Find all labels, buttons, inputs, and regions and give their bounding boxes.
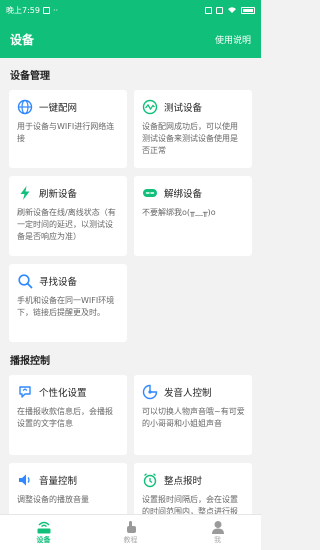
speaker-voice-icon xyxy=(142,384,158,400)
card-test-device[interactable]: 测试设备 设备配网成功后，可以使用测试设备来测试设备使用是否正常 xyxy=(134,90,252,168)
card-title: 整点报时 xyxy=(164,476,203,487)
card-unbind-device[interactable]: 解绑设备 不要解绑我o(╥﹏╥)o xyxy=(134,176,252,256)
wifi-status-icon xyxy=(228,7,236,13)
card-desc: 设备配网成功后，可以使用测试设备来测试设备使用是否正常 xyxy=(142,122,238,155)
globe-icon xyxy=(17,99,33,115)
card-desc: 调整设备的播放音量 xyxy=(17,495,89,504)
sim-status-icon xyxy=(216,6,223,14)
card-desc: 不要解绑我o(╥﹏╥)o xyxy=(142,208,216,217)
user-icon xyxy=(211,521,224,534)
nav-tab-tutorial[interactable]: 教程 xyxy=(87,515,174,550)
status-bar: 晚上7:59 ·· xyxy=(0,0,261,20)
help-link[interactable]: 使用说明 xyxy=(215,33,251,46)
bolt-refresh-icon xyxy=(20,186,30,200)
tutorial-hand-icon xyxy=(126,521,136,533)
section-title-device-management: 设备管理 xyxy=(10,71,50,82)
nav-label: 我 xyxy=(214,536,221,544)
search-icon xyxy=(18,274,33,289)
card-desc: 手机和设备在同一WIFI环境下，链接后提醒更及时。 xyxy=(17,296,115,317)
page-title: 设备 xyxy=(10,32,35,47)
card-network-setup[interactable]: 一键配网 用于设备与WIFI进行网络连接 xyxy=(9,90,127,168)
card-title: 发音人控制 xyxy=(164,388,212,399)
status-dots: ·· xyxy=(52,5,59,15)
card-title: 刷新设备 xyxy=(39,189,78,200)
status-time: 晚上7:59 xyxy=(6,5,40,15)
card-personalize[interactable]: 个性化设置 在播报收款信息后，会播报设置的文字信息 xyxy=(9,375,127,455)
card-refresh-device[interactable]: 刷新设备 刷新设备在线/离线状态（有一定时间的延迟，以测试设备是否响应为准） xyxy=(9,176,127,256)
card-voice-control[interactable]: 发音人控制 可以切换人物声音哦~有可爱的小哥哥和小姐姐声音 xyxy=(134,375,252,455)
bottom-nav: 设备 教程 我 xyxy=(0,514,261,550)
card-title: 个性化设置 xyxy=(39,388,87,399)
nav-tab-me[interactable]: 我 xyxy=(174,515,261,550)
card-title: 寻找设备 xyxy=(39,277,78,288)
personalize-icon xyxy=(19,386,31,398)
wave-test-icon xyxy=(142,99,158,115)
card-title: 音量控制 xyxy=(39,476,78,487)
nav-label: 教程 xyxy=(123,536,138,544)
alarm-status-icon xyxy=(205,6,212,14)
nav-tab-device[interactable]: 设备 xyxy=(0,515,87,550)
card-desc: 刷新设备在线/离线状态（有一定时间的延迟，以测试设备是否响应为准） xyxy=(17,208,116,241)
device-router-icon xyxy=(37,521,50,534)
alarm-clock-icon xyxy=(143,473,157,488)
app-bar: 设备 使用说明 xyxy=(0,20,261,58)
battery-icon xyxy=(241,6,255,14)
card-title: 一键配网 xyxy=(39,103,78,114)
notification-icon xyxy=(42,6,50,14)
card-desc: 在播报收款信息后，会播报设置的文字信息 xyxy=(17,407,113,428)
volume-icon xyxy=(19,474,30,486)
section-title-broadcast-control: 播报控制 xyxy=(10,356,50,367)
nav-label: 设备 xyxy=(36,536,51,544)
card-desc: 可以切换人物声音哦~有可爱的小哥哥和小姐姐声音 xyxy=(142,407,245,428)
unbind-icon xyxy=(143,189,157,197)
card-desc: 用于设备与WIFI进行网络连接 xyxy=(17,122,115,143)
card-find-device[interactable]: 寻找设备 手机和设备在同一WIFI环境下，链接后提醒更及时。 xyxy=(9,264,127,342)
card-title: 测试设备 xyxy=(164,103,203,114)
card-title: 解绑设备 xyxy=(164,189,203,200)
